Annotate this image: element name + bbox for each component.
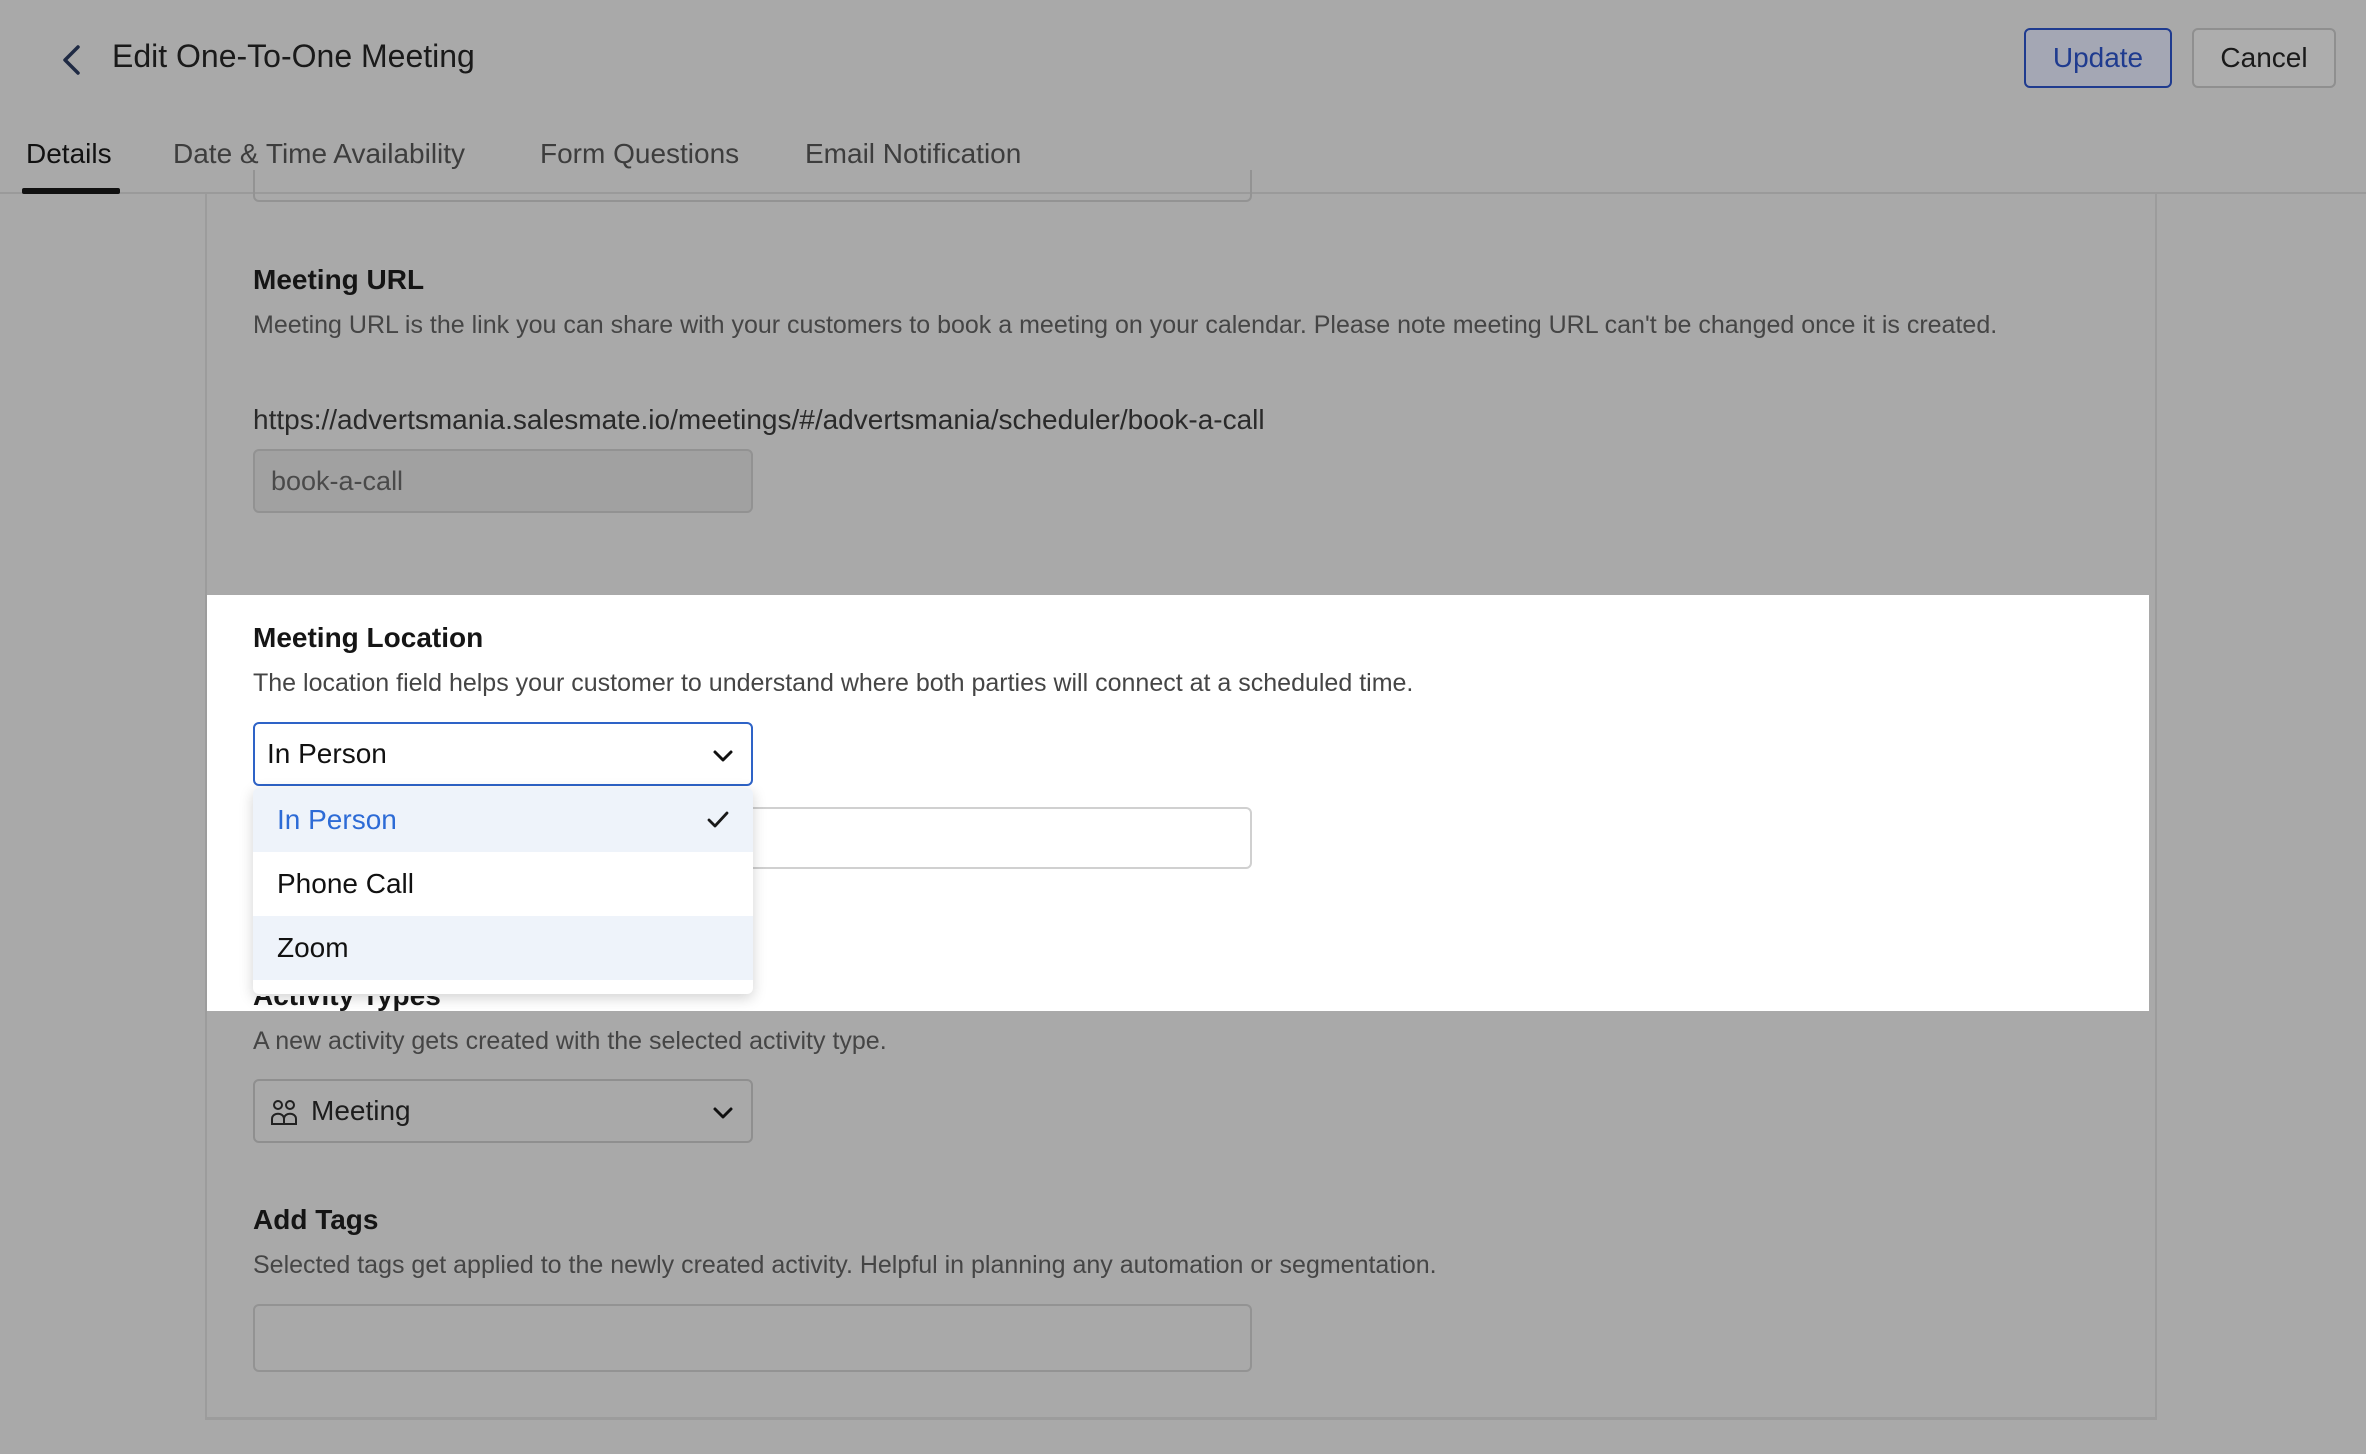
page-header: Edit One-To-One Meeting Update Cancel De… bbox=[0, 0, 2366, 194]
activity-types-description: A new activity gets created with the sel… bbox=[253, 1027, 887, 1055]
back-button[interactable] bbox=[52, 40, 92, 80]
add-tags-description: Selected tags get applied to the newly c… bbox=[253, 1251, 1437, 1279]
location-option-zoom[interactable]: Zoom bbox=[253, 916, 753, 980]
meeting-url-slug-value: book-a-call bbox=[271, 465, 404, 496]
activity-type-select[interactable]: Meeting bbox=[253, 1079, 753, 1143]
check-icon bbox=[707, 811, 729, 828]
chevron-down-icon bbox=[713, 1107, 733, 1119]
page-title: Edit One-To-One Meeting bbox=[112, 38, 475, 74]
option-label: In Person bbox=[277, 804, 397, 835]
meeting-url-description: Meeting URL is the link you can share wi… bbox=[253, 311, 1998, 339]
option-label: Phone Call bbox=[277, 868, 414, 899]
meeting-location-description: The location field helps your customer t… bbox=[253, 669, 1414, 697]
chevron-left-icon bbox=[63, 45, 80, 75]
tab-details[interactable]: Details bbox=[26, 132, 112, 194]
meeting-location-select[interactable]: In Person bbox=[253, 722, 753, 786]
meeting-full-url: https://advertsmania.salesmate.io/meetin… bbox=[253, 404, 1265, 435]
meeting-location-title: Meeting Location bbox=[253, 622, 484, 653]
chevron-down-icon bbox=[713, 750, 733, 762]
cancel-button[interactable]: Cancel bbox=[2192, 28, 2336, 88]
location-detail-input[interactable] bbox=[740, 807, 1252, 869]
meeting-url-slug-input: book-a-call bbox=[253, 449, 753, 513]
activity-type-selected-value: Meeting bbox=[311, 1095, 411, 1126]
option-label: Zoom bbox=[277, 932, 349, 963]
meeting-url-title: Meeting URL bbox=[253, 264, 425, 295]
location-option-phone-call[interactable]: Phone Call bbox=[253, 852, 753, 916]
previous-field-input[interactable] bbox=[253, 170, 1252, 202]
meeting-location-selected-value: In Person bbox=[267, 738, 387, 769]
active-tab-indicator bbox=[22, 188, 120, 194]
add-tags-input[interactable] bbox=[253, 1304, 1252, 1372]
add-tags-title: Add Tags bbox=[253, 1204, 379, 1235]
update-button[interactable]: Update bbox=[2024, 28, 2172, 88]
meeting-location-dropdown: In Person Phone Call Zoom bbox=[253, 788, 753, 994]
location-option-in-person[interactable]: In Person bbox=[253, 788, 753, 852]
people-icon bbox=[271, 1100, 297, 1125]
